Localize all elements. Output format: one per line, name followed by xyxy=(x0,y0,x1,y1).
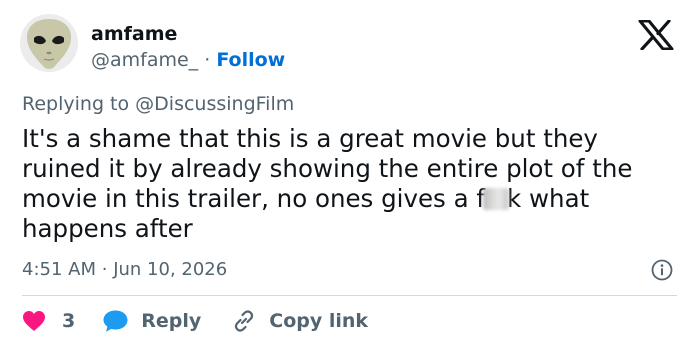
alien-avatar xyxy=(20,14,78,72)
tweet-line-3-start: movie in this trailer, no ones gives a f xyxy=(22,184,486,213)
tweet-time: 4:51 AM xyxy=(22,259,96,280)
display-name[interactable]: amfame xyxy=(91,22,177,46)
tweet-line-3-end: k what xyxy=(507,184,590,213)
x-logo-icon[interactable] xyxy=(638,19,674,51)
meta-separator: · xyxy=(101,259,108,280)
tweet-text: It's a shame that this is a great movie … xyxy=(22,124,687,244)
reply-bubble-icon xyxy=(103,310,128,332)
divider xyxy=(22,295,677,296)
action-bar: 3 Reply Copy link xyxy=(22,305,368,337)
tweet-line-4: happens after xyxy=(22,214,193,243)
handle-separator: · xyxy=(204,49,211,71)
user-handle[interactable]: @amfame_ xyxy=(91,49,198,71)
copy-link-button[interactable]: Copy link xyxy=(231,308,368,334)
replying-to-prefix: Replying to xyxy=(22,93,136,115)
tweet-date: Jun 10, 2026 xyxy=(113,259,228,280)
info-icon[interactable] xyxy=(651,259,673,281)
like-count: 3 xyxy=(62,310,76,332)
follow-button[interactable]: Follow xyxy=(216,49,285,71)
tweet-line-2: ruined it by already showing the entire … xyxy=(22,154,633,183)
reply-button[interactable]: Reply xyxy=(102,309,201,333)
link-icon xyxy=(235,310,254,332)
heart-icon xyxy=(23,311,45,331)
avatar[interactable] xyxy=(20,14,78,72)
handle-row: @amfame_ · Follow xyxy=(91,48,285,72)
tweet-line-3: movie in this trailer, no ones gives a f… xyxy=(22,184,687,214)
copy-link-label: Copy link xyxy=(269,310,369,332)
tweet-line-1: It's a shame that this is a great movie … xyxy=(22,124,598,153)
replying-to: Replying to @DiscussingFilm xyxy=(22,92,294,116)
replying-to-handle[interactable]: @DiscussingFilm xyxy=(135,93,294,115)
like-button[interactable]: 3 xyxy=(22,310,75,332)
timestamp[interactable]: 4:51 AM · Jun 10, 2026 xyxy=(22,258,227,282)
censor-blur xyxy=(483,188,510,210)
reply-label: Reply xyxy=(141,310,202,332)
